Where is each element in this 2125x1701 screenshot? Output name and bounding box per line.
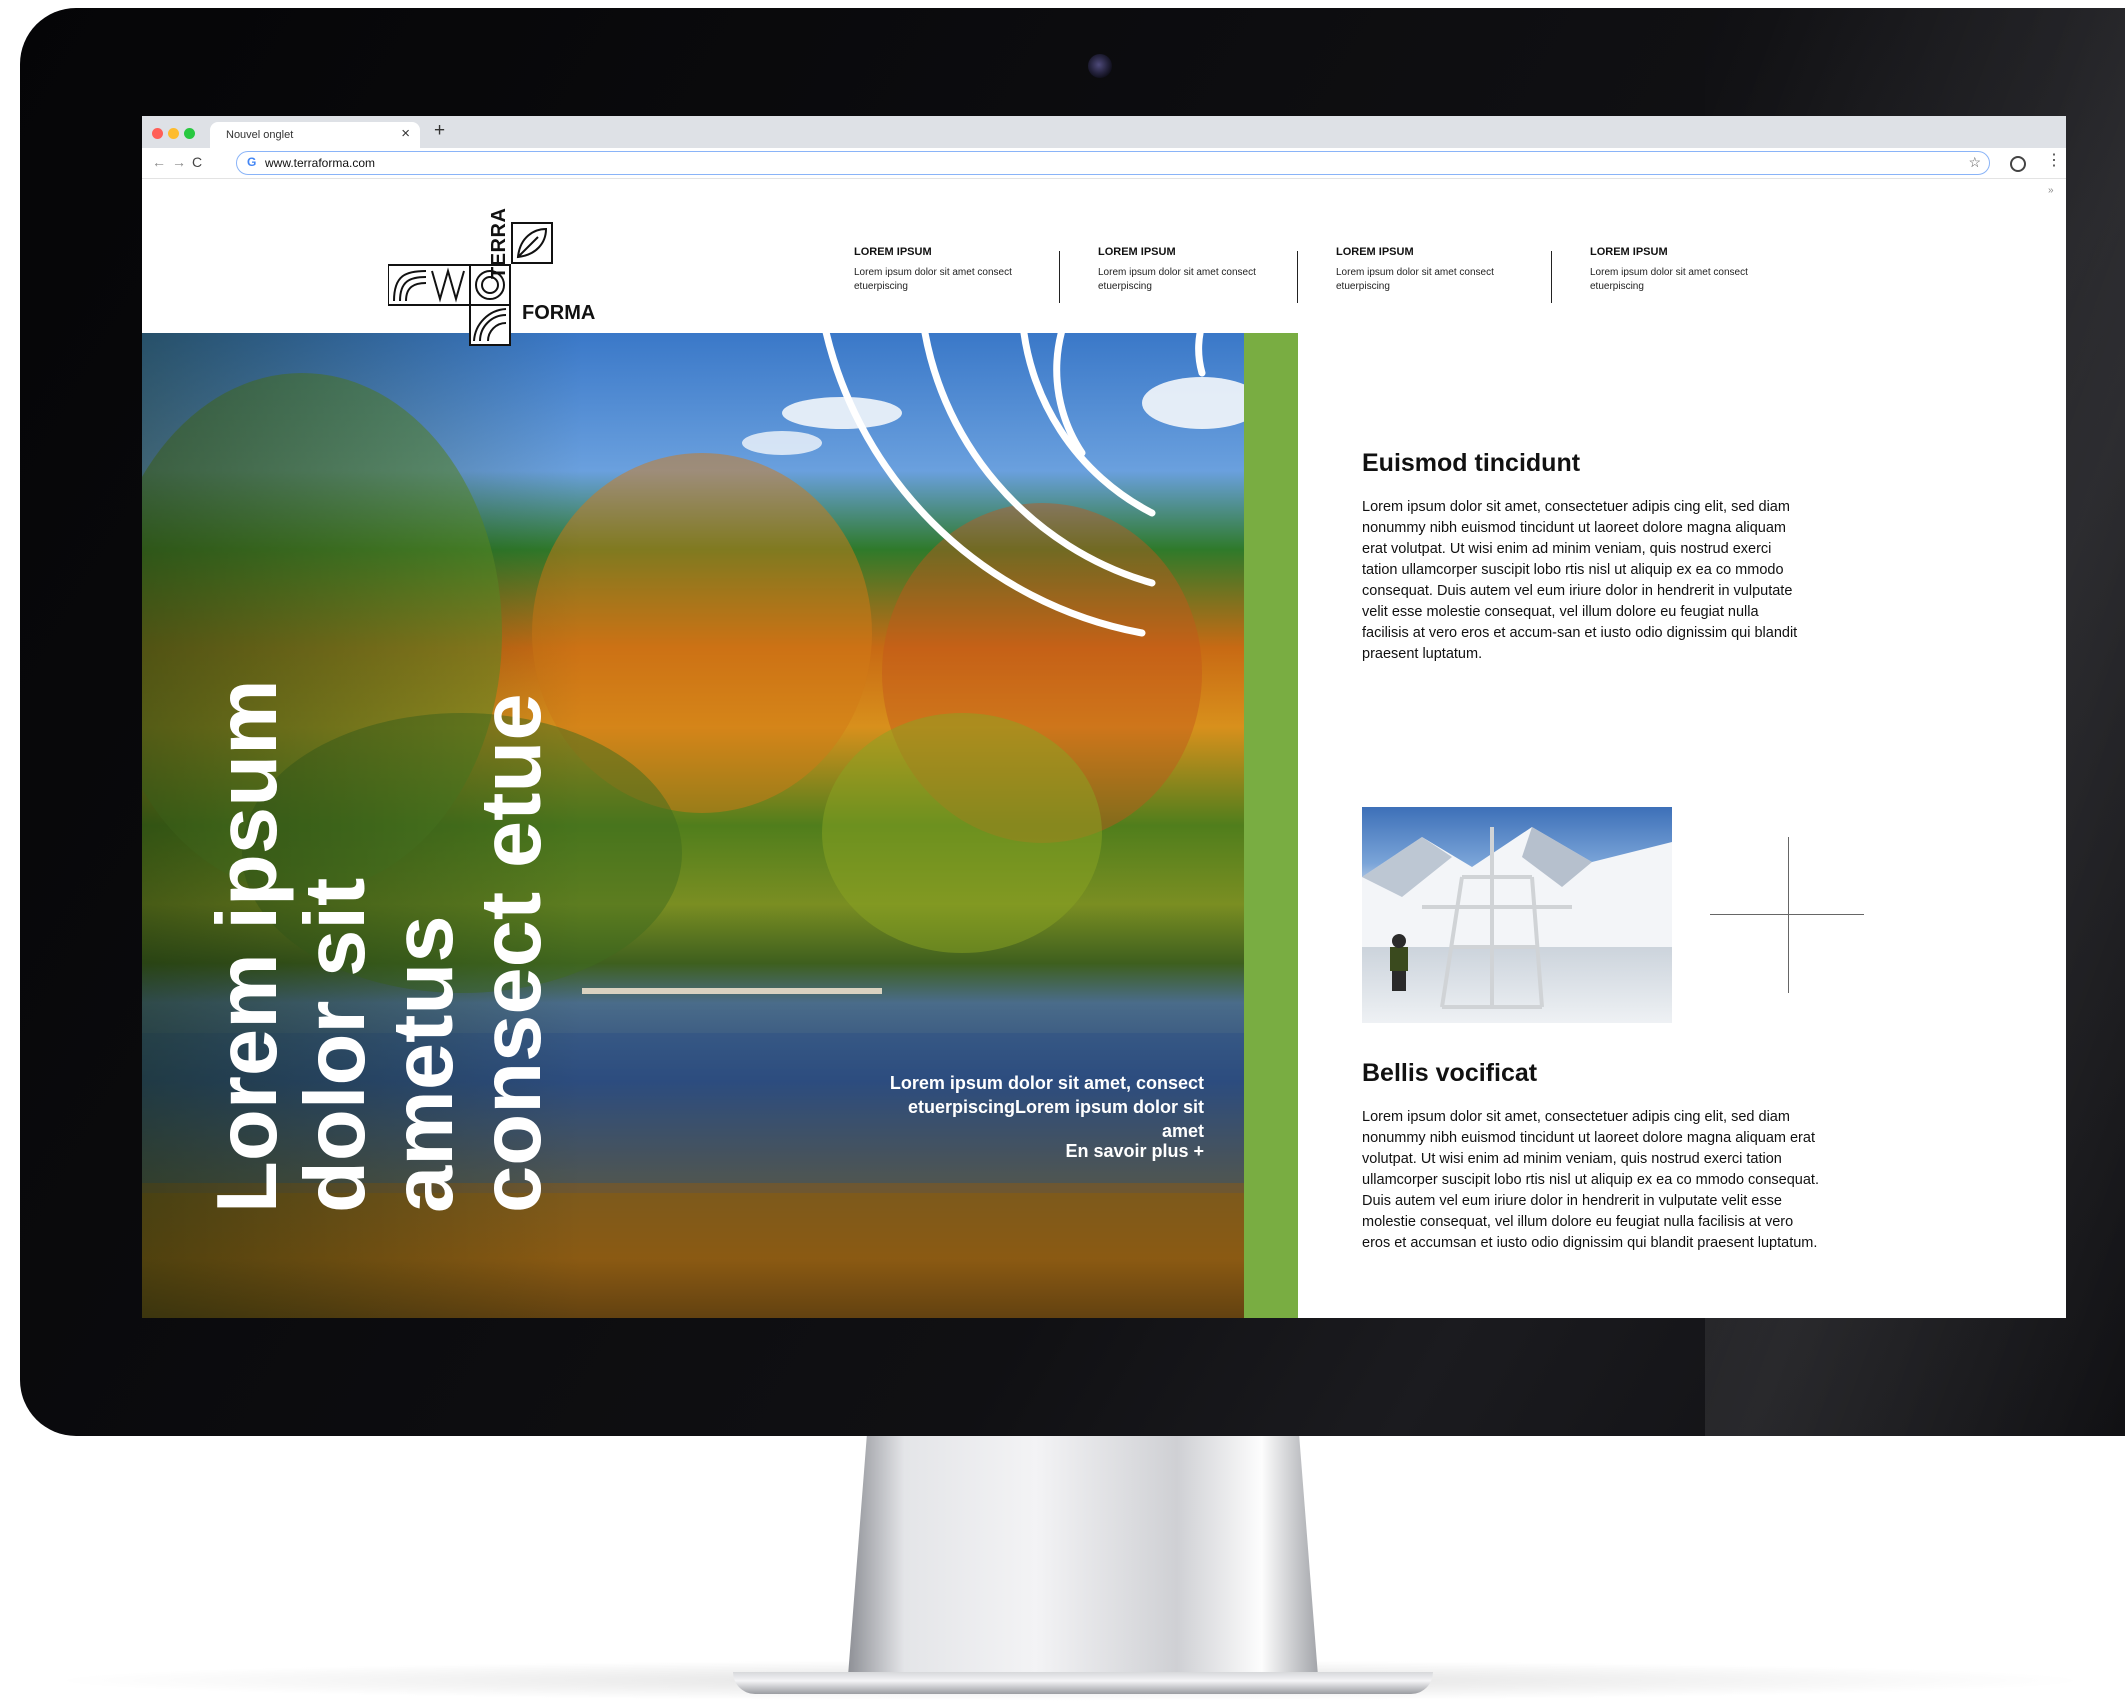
- tab-close-icon[interactable]: ×: [401, 126, 410, 142]
- window-maximize-button[interactable]: [184, 128, 195, 139]
- tab-title: Nouvel onglet: [226, 129, 294, 141]
- terra-forma-logo[interactable]: [388, 213, 638, 383]
- article-text-1: Lorem ipsum dolor sit amet, consectetuer…: [1362, 499, 1798, 662]
- nav-item-2[interactable]: LOREM IPSUM Lorem ipsum dolor sit amet c…: [1098, 246, 1278, 294]
- nav-description: Lorem ipsum dolor sit amet consect etuer…: [854, 267, 1012, 292]
- browser-tab[interactable]: Nouvel onglet ×: [210, 122, 420, 148]
- monitor-stand: [848, 1436, 1318, 1676]
- monitor-base: [733, 1672, 1433, 1694]
- hero-title: Lorem ipsum dolor sit ametus consect etu…: [200, 679, 559, 1213]
- google-icon: G: [247, 155, 257, 169]
- new-tab-button[interactable]: +: [434, 121, 445, 141]
- profile-icon[interactable]: [2010, 156, 2026, 172]
- nav-heading: LOREM IPSUM: [854, 246, 932, 258]
- nav-item-1[interactable]: LOREM IPSUM Lorem ipsum dolor sit amet c…: [854, 246, 1034, 294]
- article-text-2: Lorem ipsum dolor sit amet, consectetuer…: [1362, 1109, 1819, 1251]
- nav-description: Lorem ipsum dolor sit amet consect etuer…: [1336, 267, 1494, 292]
- accent-bar: [1244, 333, 1298, 1318]
- nav-divider: [1059, 251, 1060, 303]
- camera-icon: [1088, 54, 1112, 78]
- back-arrow-icon[interactable]: ←: [152, 153, 166, 171]
- nav-description: Lorem ipsum dolor sit amet consect etuer…: [1590, 267, 1748, 292]
- hero-image: Lorem ipsum dolor sit ametus consect etu…: [142, 333, 1244, 1318]
- article-title-1: Euismod tincidunt: [1362, 449, 1581, 477]
- monitor-frame: Nouvel onglet × + ← → C G www.terraforma…: [20, 8, 2125, 1436]
- nav-description: Lorem ipsum dolor sit amet consect etuer…: [1098, 267, 1256, 292]
- nav-heading: LOREM IPSUM: [1098, 246, 1176, 258]
- nav-heading: LOREM IPSUM: [1336, 246, 1414, 258]
- screen: Nouvel onglet × + ← → C G www.terraforma…: [142, 116, 2066, 1318]
- tab-bar: Nouvel onglet × +: [142, 116, 2066, 148]
- window-minimize-button[interactable]: [168, 128, 179, 139]
- crosshair-vertical: [1788, 837, 1789, 993]
- learn-more-link[interactable]: En savoir plus +: [1065, 1141, 1204, 1162]
- url-text[interactable]: www.terraforma.com: [265, 156, 375, 170]
- hero-caption: Lorem ipsum dolor sit amet, consect etue…: [889, 1073, 1204, 1141]
- nav-item-4[interactable]: LOREM IPSUM Lorem ipsum dolor sit amet c…: [1590, 246, 1770, 294]
- forward-arrow-icon[interactable]: →: [172, 153, 186, 171]
- nav-divider: [1297, 251, 1298, 303]
- nav-divider: [1551, 251, 1552, 303]
- crosshair-horizontal: [1710, 914, 1864, 915]
- article-title-2: Bellis vocificat: [1362, 1059, 1538, 1087]
- star-icon[interactable]: ☆: [1968, 154, 1981, 171]
- station-photo-scene: [1362, 827, 1672, 1009]
- nav-heading: LOREM IPSUM: [1590, 246, 1668, 258]
- menu-icon[interactable]: ⋮: [2046, 152, 2062, 170]
- window-close-button[interactable]: [152, 128, 163, 139]
- nav-item-3[interactable]: LOREM IPSUM Lorem ipsum dolor sit amet c…: [1336, 246, 1516, 294]
- reload-icon[interactable]: C: [192, 153, 202, 171]
- station-photo: [1362, 807, 1672, 1023]
- address-bar[interactable]: G www.terraforma.com ☆: [236, 151, 1990, 175]
- web-page: Lorem ipsum dolor sit ametus consect etu…: [142, 179, 2066, 1318]
- browser-toolbar: ← → C G www.terraforma.com ☆ ⋮: [142, 148, 2066, 179]
- logo-word-forma: FORMA: [522, 302, 596, 324]
- logo-word-terra: TERRA: [488, 207, 510, 279]
